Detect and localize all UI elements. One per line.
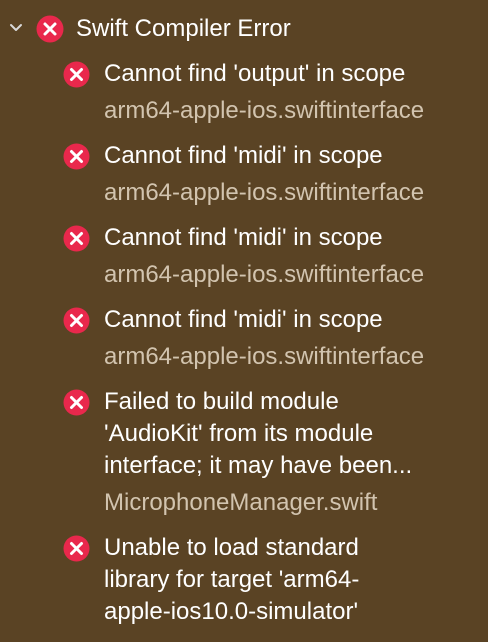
issue-location: MicrophoneManager.swift [104,489,378,516]
issue-message-line: Cannot find 'midi' in scope [104,142,383,169]
error-icon [63,307,90,334]
issue-navigator-panel: Swift Compiler Error Cannot find 'output… [0,0,488,642]
issue-message: Cannot find 'midi' in scope arm64-apple-… [104,222,460,291]
error-icon [63,61,90,88]
issue-message: Unable to load standard library for targ… [104,532,460,628]
swift-compiler-error-group[interactable]: Swift Compiler Error [0,12,488,46]
error-icon [63,535,90,562]
issue-message-line: Unable to load standard [104,534,359,561]
issue-message: Cannot find 'output' in scope arm64-appl… [104,58,460,127]
chevron-down-icon[interactable] [6,18,26,38]
issue-message-line: library for target 'arm64- [104,566,360,593]
group-title: Swift Compiler Error [76,15,291,42]
error-icon [63,389,90,416]
issue-message-line: Cannot find 'midi' in scope [104,306,383,333]
error-icon [63,143,90,170]
issue-message: Cannot find 'midi' in scope arm64-apple-… [104,304,460,373]
error-icon [36,15,64,43]
issue-message-line: Cannot find 'midi' in scope [104,224,383,251]
issue-message-line: interface; it may have been... [104,452,413,479]
issue-message-line: Failed to build module [104,388,339,415]
issue-message-line: 'AudioKit' from its module [104,420,374,447]
issue-message-line: Cannot find 'output' in scope [104,60,406,87]
issue-location: arm64-apple-ios.swiftinterface [104,97,425,124]
issue-location: arm64-apple-ios.swiftinterface [104,343,425,370]
issue-message: Failed to build module 'AudioKit' from i… [104,386,460,519]
issue-location: arm64-apple-ios.swiftinterface [104,179,425,206]
issue-message: Cannot find 'midi' in scope arm64-apple-… [104,140,460,209]
issue-message-line: apple-ios10.0-simulator' [104,598,359,625]
error-icon [63,225,90,252]
issue-location: arm64-apple-ios.swiftinterface [104,261,425,288]
